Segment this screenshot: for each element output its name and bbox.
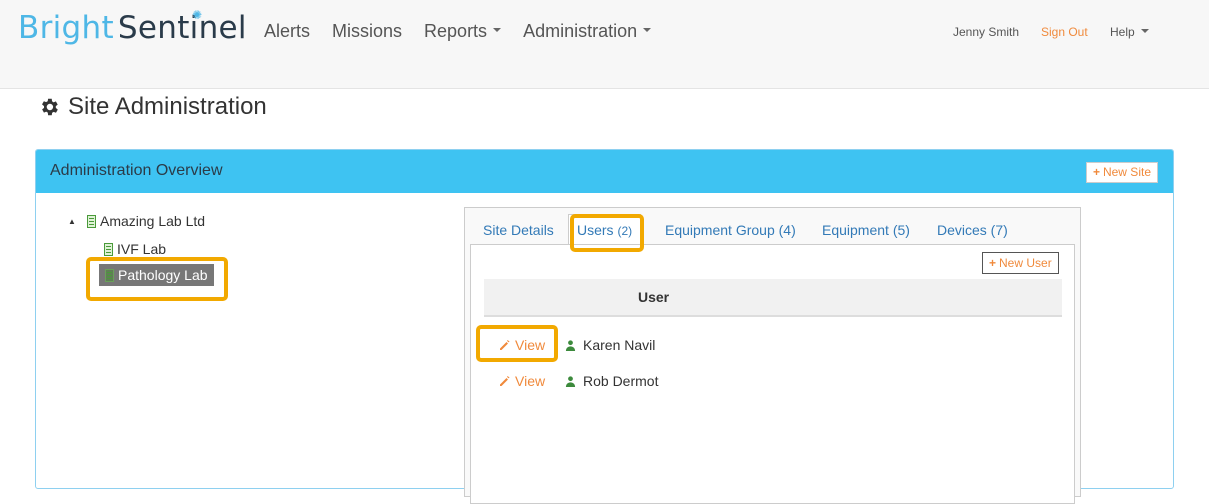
user-name-cell: Rob Dermot <box>583 373 659 389</box>
help-menu[interactable]: Help <box>1110 25 1149 39</box>
tree-node-label: IVF Lab <box>117 241 167 257</box>
pencil-icon <box>500 376 510 386</box>
tab-users-count: (2) <box>617 224 633 238</box>
brand-part2: Sentinel <box>117 10 247 46</box>
building-icon <box>105 268 114 282</box>
page-title-text: Site Administration <box>68 93 267 120</box>
tab-users-label: Users <box>577 222 614 238</box>
site-tabs-container: Site Details Users (2) Equipment Group (… <box>464 207 1081 504</box>
new-site-label: New Site <box>1102 165 1151 179</box>
brand-logo[interactable]: Bright Sentinel ✺ <box>18 8 247 46</box>
building-icon <box>87 214 96 228</box>
main-nav: Alerts Missions Reports Administration <box>264 21 652 42</box>
new-user-label: New User <box>999 256 1052 270</box>
user-name[interactable]: Jenny Smith <box>953 25 1019 39</box>
tab-bar: Site Details Users (2) Equipment Group (… <box>465 208 1080 245</box>
caret-down-icon <box>1140 28 1149 33</box>
nav-missions[interactable]: Missions <box>332 21 402 42</box>
nav-reports-label: Reports <box>424 21 488 41</box>
caret-down-icon <box>643 28 652 33</box>
top-navbar: Bright Sentinel ✺ Alerts Missions Reports… <box>0 0 1209 89</box>
new-user-button[interactable]: + New User <box>982 252 1059 274</box>
table-row: View Rob Dermot <box>471 369 1074 393</box>
tree-toggle-icon[interactable]: ▲ <box>68 217 76 226</box>
column-header-user: User <box>638 289 670 305</box>
pencil-icon <box>500 340 510 350</box>
users-table-header: User <box>484 279 1062 317</box>
tree-node-label: Amazing Lab Ltd <box>100 213 206 229</box>
tab-devices[interactable]: Devices (7) <box>937 222 1008 238</box>
user-icon <box>565 375 576 387</box>
user-cell: Rob Dermot <box>565 373 658 389</box>
view-label: View <box>515 373 546 389</box>
brand-part1: Bright <box>18 10 114 46</box>
view-label: View <box>515 337 546 353</box>
tab-equipment-group[interactable]: Equipment Group (4) <box>665 222 796 238</box>
view-user-button[interactable]: View <box>499 337 545 353</box>
tree-node-root[interactable]: Amazing Lab Ltd <box>87 213 205 229</box>
plus-icon: + <box>989 256 997 270</box>
nav-reports[interactable]: Reports <box>424 21 502 42</box>
nav-administration-label: Administration <box>523 21 638 41</box>
nav-administration[interactable]: Administration <box>523 21 652 42</box>
tab-equipment[interactable]: Equipment (5) <box>822 222 910 238</box>
user-icon <box>565 339 576 351</box>
table-row: View Karen Navil <box>471 333 1074 357</box>
tab-users[interactable]: Users (2) <box>568 214 642 245</box>
tab-site-details[interactable]: Site Details <box>483 222 554 238</box>
panel-header: Administration Overview + New Site <box>36 150 1173 193</box>
panel-title: Administration Overview <box>50 162 223 179</box>
sign-out-link[interactable]: Sign Out <box>1041 25 1088 39</box>
nav-alerts[interactable]: Alerts <box>264 21 310 42</box>
tree-node-ivf[interactable]: IVF Lab <box>104 241 166 257</box>
view-user-button[interactable]: View <box>499 373 545 389</box>
tree-node-pathology[interactable]: Pathology Lab <box>99 264 214 286</box>
plus-icon: + <box>1092 165 1100 179</box>
user-name-cell: Karen Navil <box>583 337 656 353</box>
users-tab-content: + New User User View Karen Navil View Rob… <box>470 244 1075 504</box>
gear-icon <box>42 98 58 116</box>
tree-node-label: Pathology Lab <box>118 267 208 283</box>
new-site-button[interactable]: + New Site <box>1085 162 1158 183</box>
caret-down-icon <box>493 28 502 33</box>
page-title: Site Administration <box>38 93 267 121</box>
building-icon <box>104 242 113 256</box>
logo-spark-icon: ✺ <box>192 8 203 22</box>
user-cell: Karen Navil <box>565 337 655 353</box>
help-label: Help <box>1110 25 1135 39</box>
